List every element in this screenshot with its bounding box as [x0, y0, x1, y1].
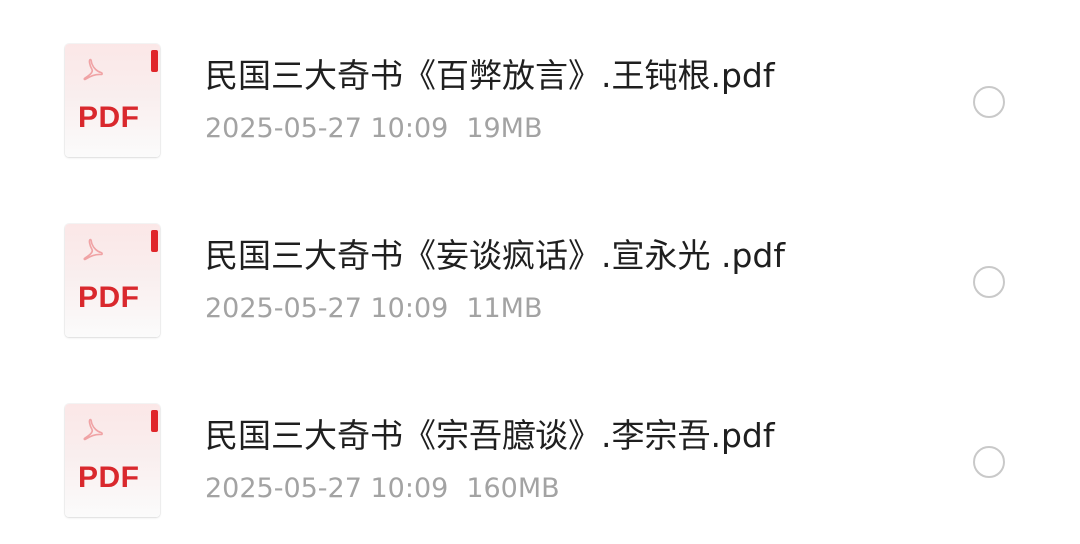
file-meta: 2025-05-27 10:09 160MB	[205, 475, 560, 502]
file-size: 19MB	[466, 113, 543, 144]
file-date: 2025-05-27 10:09	[205, 113, 449, 144]
pdf-file-icon: PDF	[65, 404, 160, 517]
file-size: 11MB	[466, 293, 543, 324]
file-row[interactable]: PDF 民国三大奇书《百弊放言》.王钝根.pdf 2025-05-27 10:0…	[0, 0, 1080, 180]
select-radio[interactable]	[973, 86, 1005, 118]
pdf-corner-tab	[151, 50, 158, 72]
pdf-file-icon: PDF	[65, 44, 160, 157]
acrobat-icon	[83, 58, 103, 81]
file-meta: 2025-05-27 10:09 11MB	[205, 295, 543, 322]
file-size: 160MB	[466, 473, 560, 504]
file-name: 民国三大奇书《妄谈疯话》.宣永光 .pdf	[205, 236, 785, 275]
select-radio[interactable]	[973, 266, 1005, 298]
pdf-label: PDF	[78, 461, 140, 494]
pdf-label: PDF	[78, 281, 140, 314]
file-date: 2025-05-27 10:09	[205, 293, 449, 324]
file-meta: 2025-05-27 10:09 19MB	[205, 115, 543, 142]
file-list: PDF 民国三大奇书《百弊放言》.王钝根.pdf 2025-05-27 10:0…	[0, 0, 1080, 544]
select-radio[interactable]	[973, 446, 1005, 478]
file-row[interactable]: PDF 民国三大奇书《妄谈疯话》.宣永光 .pdf 2025-05-27 10:…	[0, 180, 1080, 360]
file-row[interactable]: PDF 民国三大奇书《宗吾臆谈》.李宗吾.pdf 2025-05-27 10:0…	[0, 360, 1080, 540]
file-date: 2025-05-27 10:09	[205, 473, 449, 504]
pdf-corner-tab	[151, 230, 158, 252]
file-name: 民国三大奇书《宗吾臆谈》.李宗吾.pdf	[205, 416, 775, 455]
acrobat-icon	[83, 418, 103, 441]
pdf-corner-tab	[151, 410, 158, 432]
pdf-file-icon: PDF	[65, 224, 160, 337]
pdf-label: PDF	[78, 101, 140, 134]
acrobat-icon	[83, 238, 103, 261]
file-name: 民国三大奇书《百弊放言》.王钝根.pdf	[205, 56, 775, 95]
